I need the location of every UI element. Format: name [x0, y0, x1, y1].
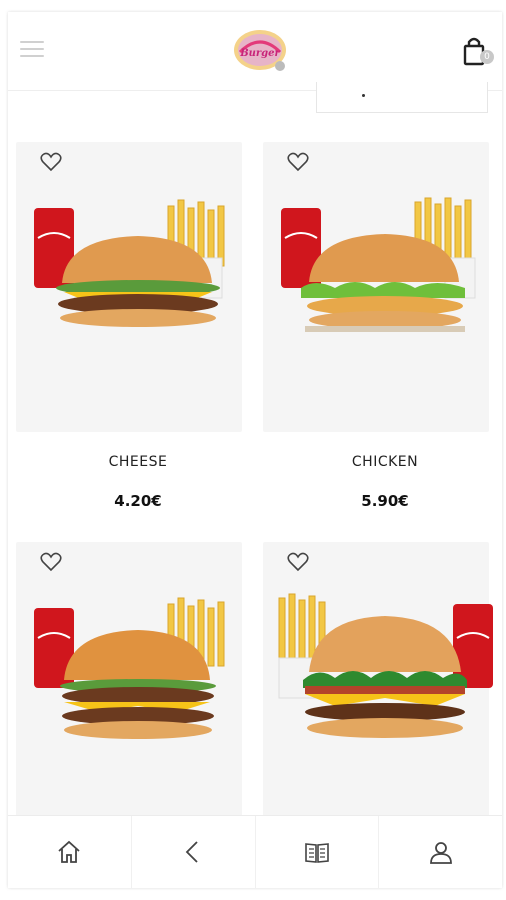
product-name: CHEESE — [108, 454, 168, 470]
heart-icon[interactable] — [40, 152, 62, 172]
nav-menu[interactable] — [256, 816, 380, 888]
app-frame: Burger 0 CHEESE 4.20€ CHICKEN 5.90€ — [8, 12, 502, 888]
user-icon — [429, 842, 452, 864]
hamburger-menu-icon[interactable] — [20, 41, 44, 61]
nav-back[interactable] — [132, 816, 256, 888]
cheese-burger-menu-image — [34, 199, 225, 327]
cart-count-badge: 0 — [480, 50, 494, 64]
nav-home[interactable] — [8, 816, 132, 888]
product-name: CHICKEN — [351, 454, 419, 470]
bottom-navigation — [8, 815, 502, 888]
double-cheese-burger-menu-image — [34, 597, 225, 739]
heart-icon[interactable] — [287, 152, 309, 172]
shopping-bag-icon[interactable]: 0 — [460, 34, 494, 68]
heart-icon[interactable] — [40, 552, 62, 572]
back-chevron-icon — [185, 841, 198, 863]
steakhouse-burger-menu-image — [278, 593, 493, 738]
nav-account[interactable] — [379, 816, 502, 888]
menu-book-icon — [305, 843, 329, 863]
top-header: Burger 0 — [8, 12, 502, 91]
heart-icon[interactable] — [287, 552, 309, 572]
svg-text:Burger: Burger — [239, 48, 280, 59]
product-price: 5.90€ — [361, 492, 409, 510]
sort-dropdown[interactable] — [316, 82, 488, 113]
product-card-cheese[interactable]: CHEESE 4.20€ — [8, 132, 242, 532]
product-price: 4.20€ — [114, 492, 162, 510]
product-card-chicken[interactable]: CHICKEN 5.90€ — [255, 132, 489, 532]
home-icon — [58, 840, 80, 863]
restaurant-logo-icon[interactable]: Burger — [230, 26, 290, 74]
chicken-burger-menu-image — [281, 197, 476, 332]
